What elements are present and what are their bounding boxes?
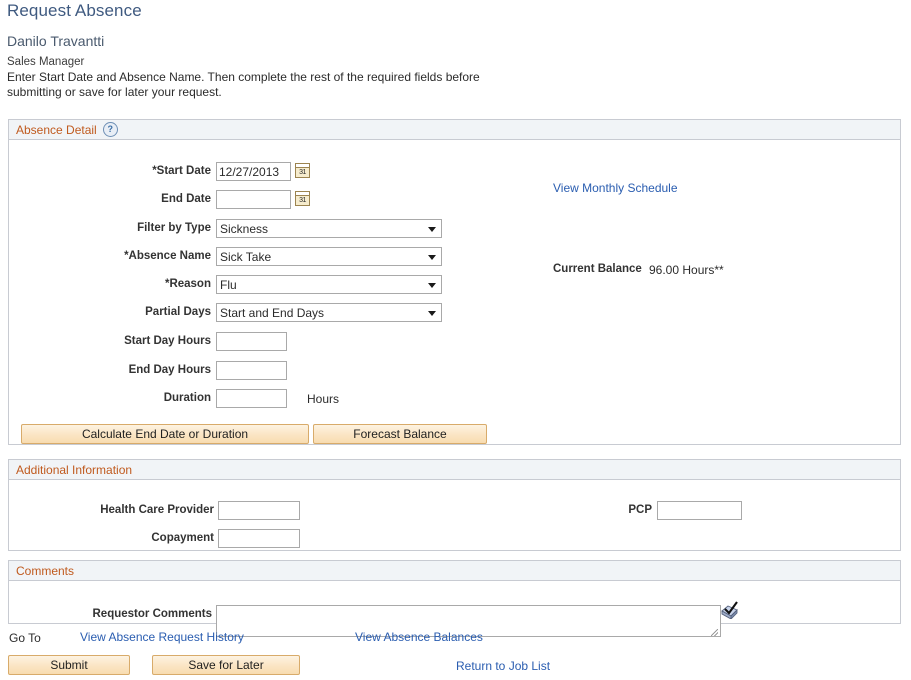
chevron-down-icon <box>428 255 436 260</box>
instructions-line-1: Enter Start Date and Absence Name. Then … <box>7 70 442 84</box>
view-monthly-schedule-link[interactable]: View Monthly Schedule <box>553 181 678 195</box>
current-balance-value: 96.00 Hours** <box>649 263 724 277</box>
start-day-hours-input[interactable] <box>216 332 287 351</box>
comments-title: Comments <box>16 564 74 578</box>
copayment-label: Copayment <box>49 532 214 544</box>
end-day-hours-label: End Day Hours <box>69 364 211 376</box>
end-day-hours-input[interactable] <box>216 361 287 380</box>
page-title: Request Absence <box>7 1 142 21</box>
start-date-input[interactable] <box>216 162 291 181</box>
additional-information-header: Additional Information <box>9 460 900 480</box>
additional-information-panel: Additional Information Health Care Provi… <box>8 459 901 551</box>
pcp-label: PCP <box>569 504 652 516</box>
spell-check-icon[interactable] <box>720 601 740 619</box>
absence-name-label: *Absence Name <box>69 250 211 262</box>
save-for-later-button[interactable]: Save for Later <box>152 655 300 675</box>
start-date-calendar-day: 31 <box>296 168 309 178</box>
absence-detail-panel: Absence Detail ? *Start Date 31 End Date… <box>8 119 901 445</box>
absence-name-value: Sick Take <box>220 250 271 264</box>
return-to-job-list-link[interactable]: Return to Job List <box>456 659 550 673</box>
duration-units-label: Hours <box>307 392 339 406</box>
chevron-down-icon <box>428 283 436 288</box>
health-care-provider-input[interactable] <box>218 501 300 520</box>
instructions: Enter Start Date and Absence Name. Then … <box>7 70 527 100</box>
chevron-down-icon <box>428 311 436 316</box>
end-date-calendar-icon[interactable]: 31 <box>295 191 310 206</box>
forecast-balance-button[interactable]: Forecast Balance <box>313 424 487 444</box>
copayment-input[interactable] <box>218 529 300 548</box>
pcp-input[interactable] <box>657 501 742 520</box>
view-absence-request-history-link[interactable]: View Absence Request History <box>80 630 244 644</box>
partial-days-value: Start and End Days <box>220 306 324 320</box>
employee-job-title: Sales Manager <box>7 56 84 68</box>
end-date-calendar-day: 31 <box>296 196 309 206</box>
filter-by-type-label: Filter by Type <box>69 222 211 234</box>
submit-button[interactable]: Submit <box>8 655 130 675</box>
health-care-provider-label: Health Care Provider <box>49 504 214 516</box>
start-day-hours-label: Start Day Hours <box>69 335 211 347</box>
end-date-input[interactable] <box>216 190 291 209</box>
duration-input[interactable] <box>216 389 287 408</box>
go-to-label: Go To <box>9 631 41 645</box>
absence-name-select[interactable]: Sick Take <box>216 247 442 266</box>
additional-information-body: Health Care Provider Copayment PCP <box>9 480 900 570</box>
filter-by-type-select[interactable]: Sickness <box>216 219 442 238</box>
absence-detail-title: Absence Detail <box>16 123 97 137</box>
start-date-calendar-icon[interactable]: 31 <box>295 163 310 178</box>
partial-days-label: Partial Days <box>69 306 211 318</box>
question-mark-help-icon[interactable]: ? <box>103 122 118 137</box>
absence-detail-body: *Start Date 31 End Date 31 Filter by Typ… <box>9 140 900 464</box>
current-balance-label: Current Balance <box>553 263 642 275</box>
chevron-down-icon <box>428 227 436 232</box>
employee-name: Danilo Travantti <box>7 33 104 49</box>
reason-value: Flu <box>220 278 237 292</box>
spell-check-icon-svg <box>720 601 740 619</box>
filter-by-type-value: Sickness <box>220 222 268 236</box>
end-date-label: End Date <box>69 193 211 205</box>
view-absence-balances-link[interactable]: View Absence Balances <box>355 630 483 644</box>
additional-information-title: Additional Information <box>16 463 132 477</box>
start-date-label: *Start Date <box>69 165 211 177</box>
absence-detail-header: Absence Detail ? <box>9 120 900 140</box>
calculate-end-date-or-duration-button[interactable]: Calculate End Date or Duration <box>21 424 309 444</box>
partial-days-select[interactable]: Start and End Days <box>216 303 442 322</box>
reason-label: *Reason <box>69 278 211 290</box>
comments-panel: Comments Requestor Comments <box>8 560 901 624</box>
comments-header: Comments <box>9 561 900 581</box>
reason-select[interactable]: Flu <box>216 275 442 294</box>
requestor-comments-label: Requestor Comments <box>44 608 212 620</box>
duration-label: Duration <box>69 392 211 404</box>
